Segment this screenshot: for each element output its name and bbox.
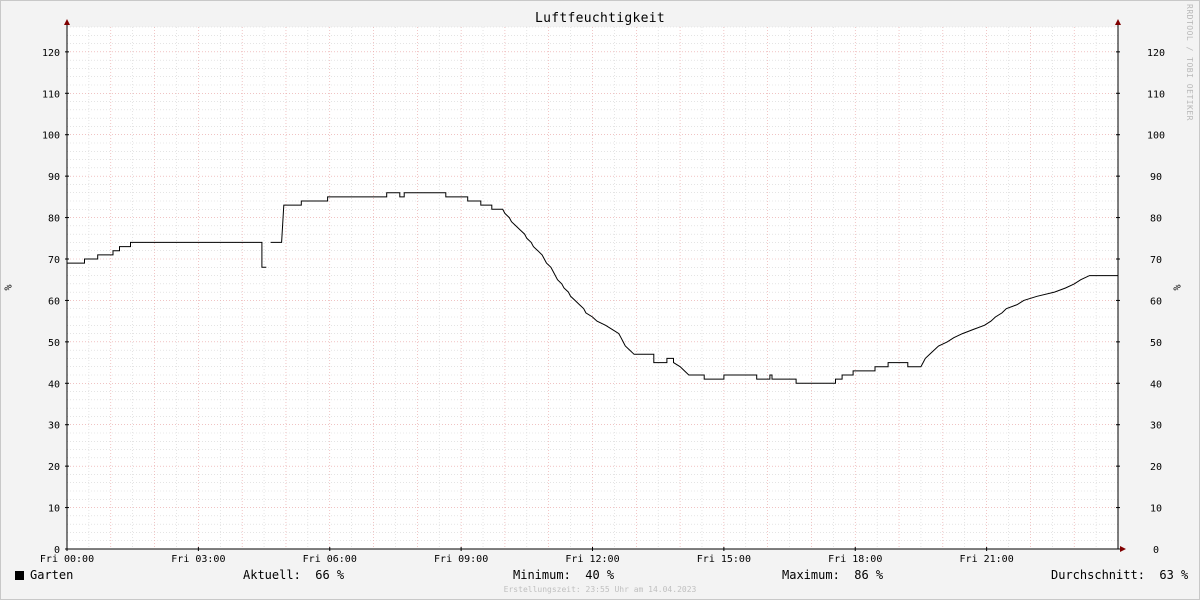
y-axis-unit-right: % — [1170, 284, 1182, 291]
y-tick-label-right: 20 — [1150, 462, 1162, 473]
x-axis-arrow — [1120, 546, 1126, 552]
y-tick-label-left: 100 — [42, 131, 60, 142]
legend-avg-value: 63 % — [1159, 568, 1189, 582]
legend-average: Durchschnitt: 63 % — [1051, 568, 1188, 582]
y-tick-labels-right: 0 10 20 30 40 50 60 70 80 90 100 110 120 — [1147, 48, 1165, 556]
creation-timestamp: Erstellungszeit: 23:55 Uhr am 14.04.2023 — [503, 585, 697, 594]
y-tick-labels-left: 0102030405060708090100110120 — [42, 48, 60, 556]
y-tick-label-left: 90 — [48, 172, 60, 183]
y-tick-label-left: 70 — [48, 255, 60, 266]
y-tick-label-right: 40 — [1150, 379, 1162, 390]
y-tick-label-left: 80 — [48, 214, 60, 225]
y-tick-label-left: 110 — [42, 89, 60, 100]
y-tick-label-left: 50 — [48, 338, 60, 349]
y-tick-label-right: 50 — [1150, 338, 1162, 349]
x-tick-label: Fri 18:00 — [828, 554, 882, 565]
y-tick-label-right: 30 — [1150, 421, 1162, 432]
legend-swatch — [15, 571, 24, 580]
y-tick-label-left: 120 — [42, 48, 60, 59]
legend-series-name: Garten — [30, 568, 74, 582]
legend-current-value: 66 % — [315, 568, 345, 582]
y-tick-label-right: 60 — [1150, 296, 1162, 307]
y-tick-label-right: 0 — [1153, 545, 1159, 556]
x-tick-label: Fri 15:00 — [697, 554, 751, 565]
y-tick-label-right: 100 — [1147, 131, 1165, 142]
legend-series: Garten — [15, 568, 73, 582]
x-tick-label: Fri 06:00 — [303, 554, 357, 565]
legend-current-label: Aktuell: — [243, 568, 301, 582]
legend-current: Aktuell: 66 % — [243, 568, 344, 582]
y-tick-label-right: 90 — [1150, 172, 1162, 183]
x-tick-label: Fri 12:00 — [565, 554, 619, 565]
x-tick-label: Fri 00:00 — [40, 554, 94, 565]
y-tick-label-left: 20 — [48, 462, 60, 473]
y-tick-label-right: 70 — [1150, 255, 1162, 266]
y-tick-label-right: 80 — [1150, 214, 1162, 225]
rrdtool-watermark: RRDTOOL / TOBI OETIKER — [1185, 4, 1194, 121]
legend-max-label: Maximum: — [782, 568, 840, 582]
legend-avg-label: Durchschnitt: — [1051, 568, 1145, 582]
y-tick-label-left: 10 — [48, 504, 60, 515]
y-tick-label-left: 40 — [48, 379, 60, 390]
chart-canvas: 0 10 20 30 40 50 60 70 80 90 100 110 120 0 10 20 30 40 50… — [40, 19, 1165, 565]
legend-minimum: Minimum: 40 % — [513, 568, 614, 582]
x-tick-label: Fri 09:00 — [434, 554, 488, 565]
y-tick-label-left: 60 — [48, 296, 60, 307]
y-tick-label-right: 10 — [1150, 504, 1162, 515]
legend-min-value: 40 % — [585, 568, 615, 582]
legend-maximum: Maximum: 86 % — [782, 568, 883, 582]
y-tick-label-right: 120 — [1147, 48, 1165, 59]
y-tick-label-left: 30 — [48, 421, 60, 432]
x-tick-labels: Fri 00:00 Fri 03:00 Fri 06:00 Fri 09:00 Fri … — [40, 554, 1014, 565]
legend-min-label: Minimum: — [513, 568, 571, 582]
x-tick-label: Fri 21:00 — [960, 554, 1014, 565]
y-tick-label-right: 110 — [1147, 89, 1165, 100]
legend-max-value: 86 % — [854, 568, 884, 582]
chart-title: Luftfeuchtigkeit — [534, 11, 666, 26]
x-tick-label: Fri 03:00 — [171, 554, 225, 565]
y-axis-unit-left: % — [1, 284, 13, 291]
